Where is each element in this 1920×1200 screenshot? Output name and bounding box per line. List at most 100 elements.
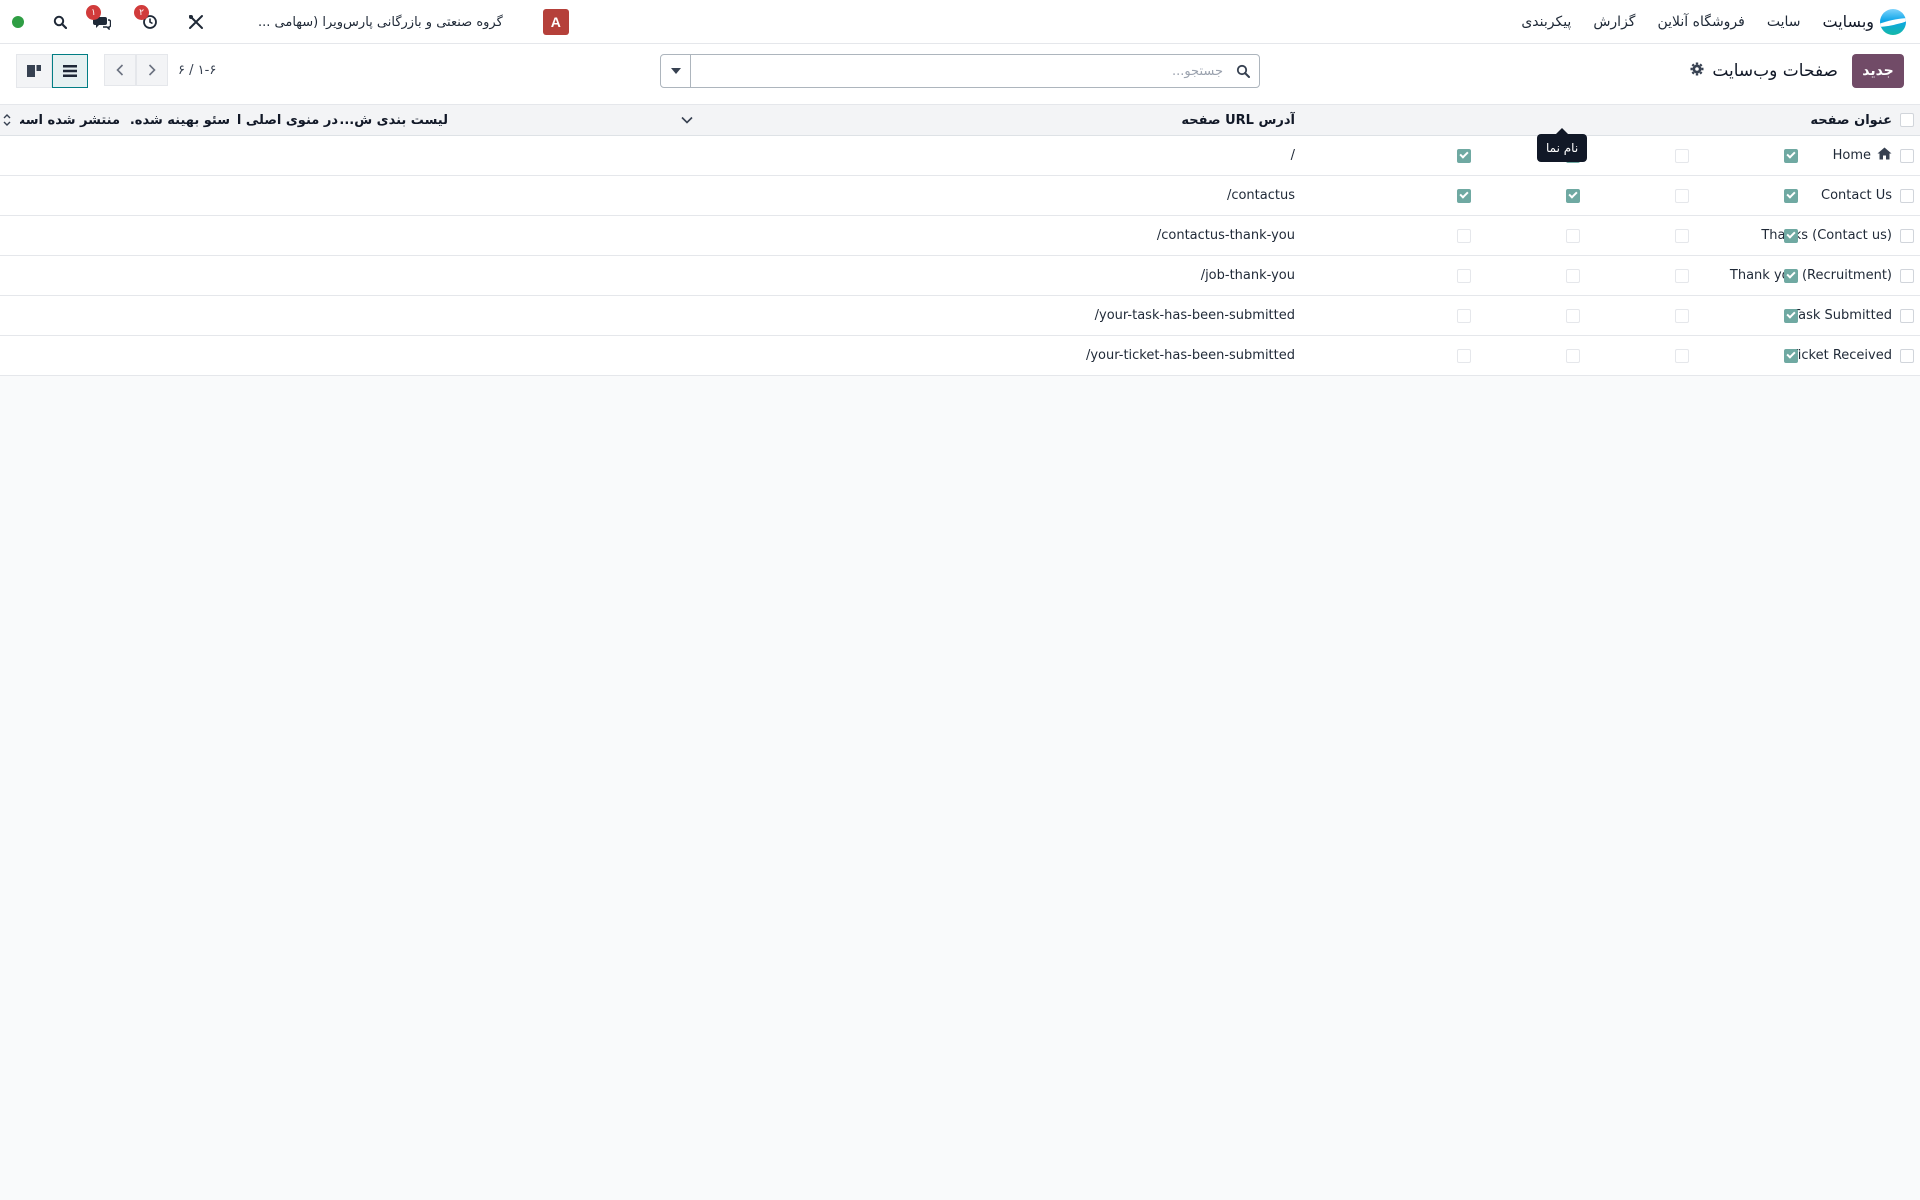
page-title-label: Task Submitted xyxy=(1792,308,1892,323)
table-row[interactable]: Home / xyxy=(0,136,1920,176)
seo-checkbox[interactable] xyxy=(1672,176,1692,215)
row-select-checkbox[interactable] xyxy=(1894,176,1920,215)
chat-icon[interactable]: ۱ xyxy=(86,5,112,32)
table-body: Home / Contact Us/contactus Thanks (Contact… xyxy=(0,136,1920,376)
indexed-checkbox[interactable] xyxy=(1454,136,1474,175)
page-title-label: Contact Us xyxy=(1821,188,1892,203)
app-brand[interactable]: وبسایت xyxy=(1822,8,1906,35)
activity-clock-icon[interactable]: ۲ xyxy=(134,5,160,32)
search-input[interactable] xyxy=(691,55,1227,87)
pager-navigation xyxy=(104,54,168,86)
table-row[interactable]: Thank you (Recruitment) /job-thank-you xyxy=(0,256,1920,296)
published-checkbox[interactable] xyxy=(1781,176,1801,215)
menu-checkbox[interactable] xyxy=(1563,336,1583,375)
search-submit-icon[interactable] xyxy=(1227,55,1259,87)
select-all-checkbox[interactable] xyxy=(1894,105,1920,135)
page-url-text: /job-thank-you xyxy=(1200,268,1295,283)
tooltip: نام نما xyxy=(1537,128,1588,162)
menu-checkbox[interactable] xyxy=(1563,216,1583,255)
view-switcher xyxy=(16,54,88,88)
published-checkbox[interactable] xyxy=(1781,336,1801,375)
cell-page-url[interactable]: / xyxy=(795,136,1295,175)
presence-status-icon xyxy=(12,16,24,28)
cell-page-url[interactable]: /contactus-thank-you xyxy=(795,216,1295,255)
indexed-checkbox[interactable] xyxy=(1454,296,1474,335)
gear-icon[interactable] xyxy=(1690,61,1704,81)
pager-value[interactable]: ۱-۶ / ۶ xyxy=(178,58,216,84)
seo-checkbox[interactable] xyxy=(1672,136,1692,175)
company-switcher[interactable]: گروه صنعتی و بازرگانی پارس‌ویرا (سهامی .… xyxy=(258,15,503,30)
list-view-table: عنوان صفحه آدرس URL صفحه لیست بندی ش... … xyxy=(0,104,1920,376)
page-title-text: Thank you (Recruitment) xyxy=(1730,268,1892,283)
tools-icon[interactable] xyxy=(186,12,206,32)
page-url-text: /contactus-thank-you xyxy=(1156,228,1295,243)
published-checkbox[interactable] xyxy=(1781,216,1801,255)
table-row[interactable]: Thanks (Contact us)/contactus-thank-you xyxy=(0,216,1920,256)
table-row[interactable]: Contact Us/contactus xyxy=(0,176,1920,216)
cell-page-url[interactable]: /contactus xyxy=(795,176,1295,215)
app-name: وبسایت xyxy=(1822,12,1875,31)
menu-item-configuration[interactable]: پیکربندی xyxy=(1521,14,1571,30)
published-checkbox[interactable] xyxy=(1781,256,1801,295)
page-title-text: Ticket Received xyxy=(1790,348,1892,363)
menu-item-reporting[interactable]: گزارش xyxy=(1593,14,1635,30)
main-menu: وبسایت سایت فروشگاه آنلاین گزارش پیکربند… xyxy=(1499,8,1906,35)
header-indexed[interactable]: لیست بندی ش... xyxy=(338,105,448,135)
menu-checkbox[interactable] xyxy=(1563,296,1583,335)
menu-checkbox[interactable] xyxy=(1563,176,1583,215)
header-in-main-menu[interactable]: در منوی اصلی ا... xyxy=(238,105,338,135)
seo-checkbox[interactable] xyxy=(1672,216,1692,255)
row-select-checkbox[interactable] xyxy=(1894,336,1920,375)
page-title-text: Task Submitted xyxy=(1792,308,1892,323)
page-url-text: /contactus xyxy=(1226,188,1295,203)
page-title: صفحات وب‌سایت xyxy=(1712,61,1838,81)
page-title-label: Thank you (Recruitment) xyxy=(1729,268,1892,283)
search-icon[interactable] xyxy=(50,12,70,32)
menu-item-eshop[interactable]: فروشگاه آنلاین xyxy=(1657,14,1744,30)
table-row[interactable]: Task Submitted/your-task-has-been-submit… xyxy=(0,296,1920,336)
home-icon xyxy=(1877,147,1892,164)
row-select-checkbox[interactable] xyxy=(1894,136,1920,175)
seo-checkbox[interactable] xyxy=(1672,336,1692,375)
page-title-label: Ticket Received xyxy=(1790,348,1892,363)
list-view-button[interactable] xyxy=(52,54,88,88)
indexed-checkbox[interactable] xyxy=(1454,216,1474,255)
user-avatar[interactable]: A xyxy=(542,9,569,35)
menu-item-site[interactable]: سایت xyxy=(1767,14,1801,30)
search-bar xyxy=(660,54,1260,88)
pager-next-button[interactable] xyxy=(136,54,168,86)
row-select-checkbox[interactable] xyxy=(1894,296,1920,335)
new-button[interactable]: جدید xyxy=(1852,54,1904,88)
cell-page-url[interactable]: /your-task-has-been-submitted xyxy=(795,296,1295,335)
published-checkbox[interactable] xyxy=(1781,136,1801,175)
indexed-checkbox[interactable] xyxy=(1454,256,1474,295)
messages-badge: ۱ xyxy=(86,5,101,20)
search-options-toggle[interactable] xyxy=(661,55,691,87)
chevron-down-icon[interactable] xyxy=(675,105,699,135)
systray: A گروه صنعتی و بازرگانی پارس‌ویرا (سهامی… xyxy=(12,0,569,44)
header-is-published[interactable]: منتشر شده است xyxy=(20,105,120,135)
header-page-url[interactable]: آدرس URL صفحه xyxy=(915,105,1295,135)
indexed-checkbox[interactable] xyxy=(1454,336,1474,375)
kanban-view-button[interactable] xyxy=(16,54,52,88)
table-header: عنوان صفحه آدرس URL صفحه لیست بندی ش... … xyxy=(0,104,1920,136)
website-app-icon xyxy=(1880,8,1906,35)
published-checkbox[interactable] xyxy=(1781,296,1801,335)
page-url-text: / xyxy=(1290,148,1295,163)
pager-previous-button[interactable] xyxy=(104,54,136,86)
page-url-text: /your-task-has-been-submitted xyxy=(1094,308,1295,323)
header-seo-optimized[interactable]: سئو بهینه شده... xyxy=(130,105,230,135)
cell-page-url[interactable]: /job-thank-you xyxy=(795,256,1295,295)
top-navbar: وبسایت سایت فروشگاه آنلاین گزارش پیکربند… xyxy=(0,0,1920,44)
seo-checkbox[interactable] xyxy=(1672,296,1692,335)
control-panel: جدید صفحات وب‌سایت ۱-۶ / ۶ xyxy=(0,44,1920,104)
indexed-checkbox[interactable] xyxy=(1454,176,1474,215)
row-select-checkbox[interactable] xyxy=(1894,216,1920,255)
page-title-label: Home xyxy=(1832,148,1871,163)
table-row[interactable]: Ticket Received/your-ticket-has-been-sub… xyxy=(0,336,1920,376)
row-select-checkbox[interactable] xyxy=(1894,256,1920,295)
cell-page-url[interactable]: /your-ticket-has-been-submitted xyxy=(795,336,1295,375)
menu-checkbox[interactable] xyxy=(1563,256,1583,295)
seo-checkbox[interactable] xyxy=(1672,256,1692,295)
optional-columns-icon[interactable] xyxy=(0,105,14,135)
